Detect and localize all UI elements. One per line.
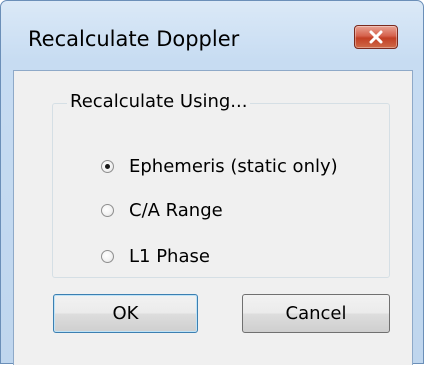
- close-button[interactable]: [354, 25, 398, 49]
- close-icon: [369, 30, 383, 44]
- radio-button-icon[interactable]: [101, 159, 114, 173]
- radio-selected-dot: [105, 163, 110, 169]
- radio-label[interactable]: C/A Range: [129, 200, 223, 221]
- radio-button-icon[interactable]: [101, 249, 114, 263]
- cancel-button[interactable]: Cancel: [242, 294, 390, 333]
- ok-button[interactable]: OK: [53, 294, 198, 333]
- radio-l1-phase[interactable]: L1 Phase: [101, 244, 210, 268]
- radio-ephemeris[interactable]: Ephemeris (static only): [101, 154, 338, 178]
- dialog-client-area: Recalculate Using... Ephemeris (static o…: [13, 70, 413, 365]
- recalculate-using-group: Recalculate Using... Ephemeris (static o…: [52, 91, 390, 278]
- radio-label[interactable]: Ephemeris (static only): [129, 156, 338, 177]
- dialog-window: Recalculate Doppler Recalculate Using...…: [0, 0, 424, 365]
- radio-button-icon[interactable]: [101, 203, 114, 217]
- radio-ca-range[interactable]: C/A Range: [101, 198, 223, 222]
- group-legend: Recalculate Using...: [67, 91, 251, 112]
- radio-label[interactable]: L1 Phase: [129, 246, 210, 267]
- window-title: Recalculate Doppler: [28, 27, 240, 51]
